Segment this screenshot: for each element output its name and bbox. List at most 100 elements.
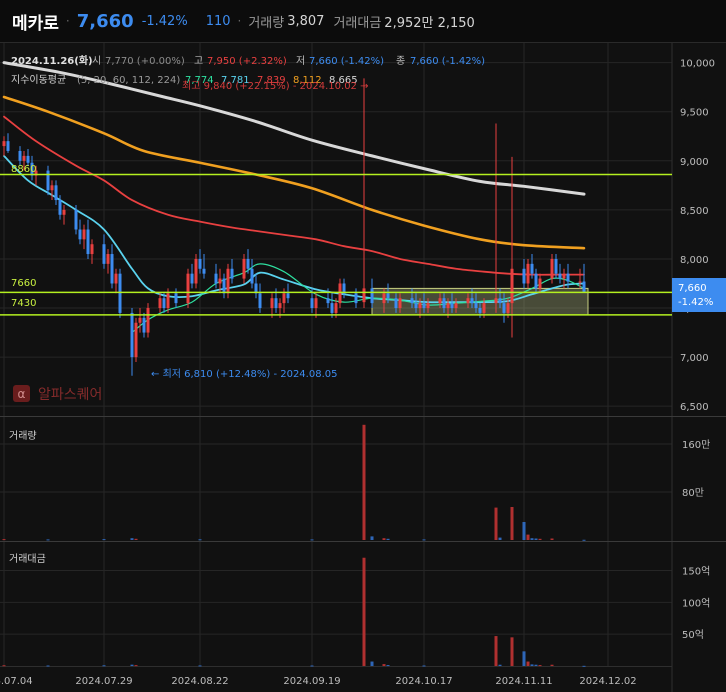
volume-tick-label: 160만 [682,439,710,451]
volume-bar [422,539,426,541]
volume-label: 거래량 [248,15,285,31]
volume-bar [522,522,526,540]
candle-body [222,278,226,294]
watermark-logo-glyph: α [18,387,26,401]
candle-body [510,268,514,304]
volume-bar [46,539,50,541]
candle-body [478,308,482,313]
candle-body [418,303,422,309]
price-tick-label: 8,500 [680,206,709,217]
ohlc-date: 2024.11.26(화) [11,55,93,67]
candle-body [110,254,114,284]
candle-body [58,200,62,215]
candle-body [558,273,562,279]
candle-body [174,293,178,304]
level-label-7660: 7660 [11,278,36,289]
candle-body [466,298,470,304]
stock-chart[interactable]: 10,0009,5009,0008,5008,0007,5007,0006,50… [0,43,726,692]
candle-body [398,298,402,309]
separator-dot: · [237,14,242,28]
candle-body [138,317,142,323]
volume-bar [530,538,534,540]
x-tick-label: 2024.07.29 [75,676,132,687]
candle-body [506,303,510,313]
candle-body [454,303,458,309]
x-tick-label: 2024.07.04 [0,676,33,687]
low-value: 7,660 (-1.42%) [309,56,384,67]
amount-bar [362,557,366,666]
amount-bar [386,665,390,667]
candle-body [82,229,86,240]
amount-bar [538,665,542,667]
candle-body [102,244,106,264]
candle-body [26,155,30,163]
volume-bar [198,539,202,541]
candle-body [2,141,6,147]
candle-body [6,141,10,151]
candle-body [186,273,190,304]
amount-bar [550,664,554,666]
candle-body [202,268,206,274]
candle-body [54,185,58,201]
amount-bar [134,665,138,667]
candle-body [130,312,134,358]
candle-body [134,322,138,358]
candle-body [446,303,450,309]
amount-tick-label: 50억 [682,629,704,641]
candle-body [118,273,122,313]
stock-name[interactable]: 메카로 [12,9,59,34]
candle-body [334,303,338,313]
candle-body [214,273,218,284]
volume-bar [370,536,374,540]
candle-body [50,185,54,191]
candle-body [534,273,538,289]
close-label: 종 [396,55,405,67]
ohlc-info: 2024.11.26(화) 시 7,770 (+0.00%) 고 7,950 (… [11,55,485,67]
amount-bar [530,664,534,666]
candle-body [226,268,230,294]
volume-bar [494,507,498,540]
amount-bar [102,665,106,667]
current-price: 7,660 [76,10,134,32]
candle-body [166,293,170,309]
candle-body [578,281,582,283]
candle-body [190,273,194,284]
change-percent: -1.42% [141,13,188,29]
x-tick-label: 2024.10.17 [395,676,452,687]
candle-body [242,258,246,279]
candle-body [114,273,118,284]
candle-body [442,298,446,309]
candle-body [538,278,542,289]
current-price-tag: 7,660 -1.42% [672,278,726,312]
open-label: 시 [92,55,101,67]
amount-bar [46,665,50,667]
volume-bar [510,507,514,540]
high-value: 7,950 (+2.32%) [207,56,287,67]
candle-body [78,229,82,240]
amount-bar [310,665,314,667]
price-tick-label: 10,000 [680,59,715,70]
candle-body [582,281,586,293]
x-tick-label: 2024.12.02 [579,676,636,687]
candle-body [502,303,506,313]
volume-bar [534,538,538,540]
price-tag-pct: -1.42% [678,297,713,308]
candle-body [270,298,274,309]
candle-body [566,273,570,282]
candle-body [278,303,282,309]
separator-dot: · [65,14,70,28]
candle-body [22,155,26,161]
volume-bar [310,539,314,541]
candle-body [86,229,90,255]
close-value: 7,660 (-1.42%) [410,56,485,67]
ma-periods: (5, 20, 60, 112, 224) [77,75,180,86]
price-tag-price: 7,660 [678,283,707,294]
volume-bar [130,538,134,540]
low-annotation: ← 최저 6,810 (+12.48%) - 2024.08.05 [151,368,337,380]
amount-bar [422,665,426,667]
price-tick-label: 8,000 [680,255,709,266]
volume-panel-label: 거래량 [9,430,37,442]
watermark-text: 알파스퀘어 [38,387,102,403]
volume-bar [362,424,366,540]
amount-bar [370,661,374,666]
